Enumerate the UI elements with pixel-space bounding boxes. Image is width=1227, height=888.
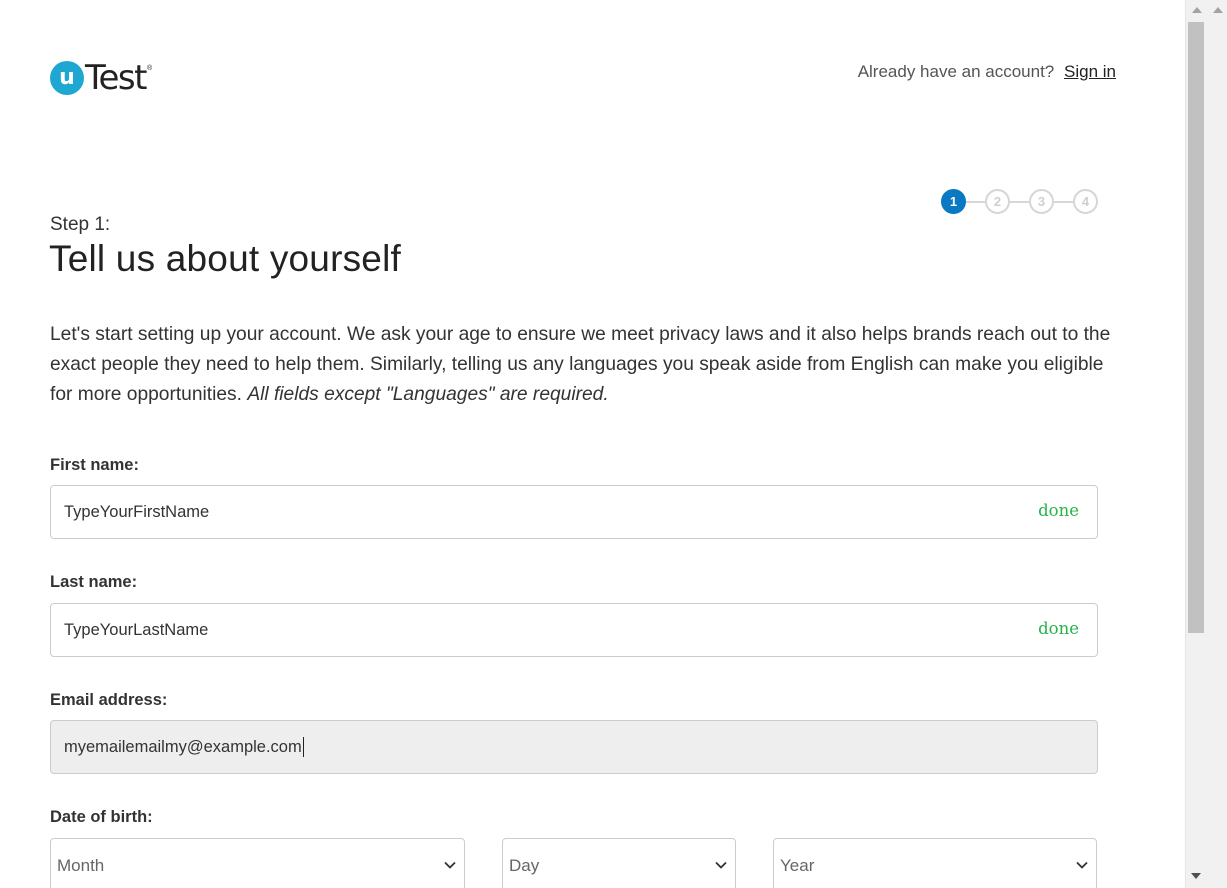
logo-u-mark: u <box>50 61 84 95</box>
signup-page: u Test ® Already have an account? Sign i… <box>0 0 1185 888</box>
logo-registered-mark: ® <box>146 65 153 72</box>
valid-check-icon: done <box>1038 619 1079 638</box>
last-name-value: TypeYourLastName <box>64 620 209 639</box>
step-3-indicator: 3 <box>1029 189 1054 214</box>
required-fields-note: All fields except "Languages" are requir… <box>247 384 609 405</box>
text-caret <box>302 737 304 757</box>
first-name-input[interactable]: TypeYourFirstName done <box>50 485 1098 539</box>
step-1-indicator: 1 <box>941 189 966 214</box>
logo-wordmark: Test <box>85 58 147 98</box>
chevron-down-icon <box>444 861 456 869</box>
email-label: Email address: <box>50 691 168 709</box>
step-connector <box>1010 200 1029 203</box>
scroll-up-arrow-icon[interactable] <box>1192 7 1202 13</box>
birth-month-select[interactable]: Month <box>50 838 465 888</box>
page-title: Tell us about yourself <box>49 238 401 279</box>
scroll-down-arrow-icon[interactable] <box>1191 873 1201 879</box>
signin-link[interactable]: Sign in <box>1064 62 1116 81</box>
chevron-down-icon <box>715 861 727 869</box>
birth-year-select[interactable]: Year <box>773 838 1097 888</box>
first-name-value: TypeYourFirstName <box>64 502 210 521</box>
birth-day-select[interactable]: Day <box>502 838 736 888</box>
intro-paragraph: Let's start setting up your account. We … <box>50 320 1120 410</box>
scroll-up-arrow-icon[interactable] <box>1213 7 1223 13</box>
birth-year-value: Year <box>780 856 815 875</box>
progress-stepper: 1 2 3 4 <box>941 189 1098 214</box>
step-4-indicator: 4 <box>1073 189 1098 214</box>
utest-logo[interactable]: u Test ® <box>50 59 152 97</box>
dob-label: Date of birth: <box>50 808 153 826</box>
last-name-label: Last name: <box>50 573 138 591</box>
birth-day-value: Day <box>509 856 540 875</box>
first-name-label: First name: <box>50 456 139 474</box>
email-input[interactable]: myemailemailmy@example.com <box>50 720 1098 774</box>
step-connector <box>1054 200 1073 203</box>
email-value: myemailemailmy@example.com <box>64 737 302 756</box>
chevron-down-icon <box>1076 861 1088 869</box>
signin-prompt: Already have an account? Sign in <box>858 62 1116 82</box>
scrollbar-thumb[interactable] <box>1188 22 1204 633</box>
last-name-input[interactable]: TypeYourLastName done <box>50 603 1098 657</box>
signin-prompt-text: Already have an account? <box>857 62 1055 81</box>
step-2-indicator: 2 <box>985 189 1010 214</box>
step-connector <box>966 200 985 203</box>
birth-month-value: Month <box>57 856 105 875</box>
step-label: Step 1: <box>50 214 111 235</box>
valid-check-icon: done <box>1038 501 1079 520</box>
